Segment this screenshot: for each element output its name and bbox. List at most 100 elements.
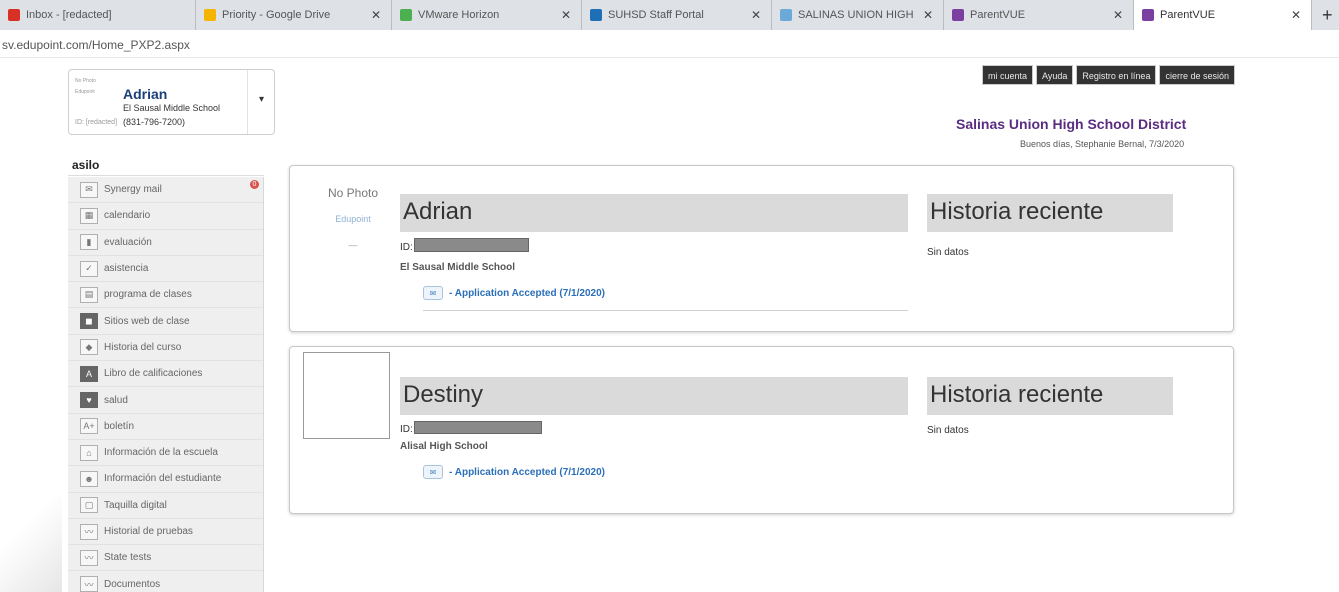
student-icon: ☻ xyxy=(80,470,98,487)
application-status-text: - Application Accepted (7/1/2020) xyxy=(449,466,605,478)
recent-history-title: Historia reciente xyxy=(927,377,1173,415)
sidebar-item[interactable]: 〰 State tests xyxy=(68,545,263,572)
sidebar-item[interactable]: ▤ programa de clases xyxy=(68,282,263,309)
sidebar-item-label: Información de la escuela xyxy=(104,447,218,459)
address-bar[interactable]: sv.edupoint.com/Home_PXP2.aspx xyxy=(0,30,1339,58)
online-registration-button[interactable]: Registro en línea xyxy=(1076,65,1157,85)
sidebar-item[interactable]: ⌂ Información de la escuela xyxy=(68,440,263,467)
checkbox-icon: ✓ xyxy=(80,260,98,277)
application-status-link[interactable]: ✉ - Application Accepted (7/1/2020) xyxy=(423,465,605,479)
application-icon: ✉ xyxy=(423,465,443,479)
browser-tab-inbox[interactable]: Inbox - [redacted] xyxy=(0,0,196,30)
sidebar-item[interactable]: ▦ calendario xyxy=(68,203,263,230)
sidebar-item-label: Historial de pruebas xyxy=(104,526,193,537)
sidebar-item-label: Taquilla digital xyxy=(104,499,167,511)
close-icon[interactable]: ✕ xyxy=(1291,8,1301,22)
sidebar-item[interactable]: ✓ asistencia xyxy=(68,256,263,283)
tab-title: ParentVUE xyxy=(970,9,1026,21)
close-icon[interactable]: ✕ xyxy=(923,8,933,22)
student-name-bar[interactable]: Destiny xyxy=(400,377,908,415)
sidebar-item-label: Historia del curso xyxy=(104,341,182,353)
gradebook-icon: A xyxy=(80,365,98,382)
no-photo-placeholder: No Photo Edupoint — xyxy=(313,186,393,250)
student-id: ID: [redacted] xyxy=(75,119,118,126)
sidebar-item[interactable]: ✉ Synergy mail 0 xyxy=(68,177,263,204)
student-card-destiny: Destiny Historia reciente ID: Alisal Hig… xyxy=(289,346,1234,514)
close-icon[interactable]: ✕ xyxy=(371,8,381,22)
divider xyxy=(247,70,248,134)
sidebar-item-label: Synergy mail xyxy=(104,184,162,196)
help-button[interactable]: Ayuda xyxy=(1036,65,1074,85)
sidebar-item-label: Documentos xyxy=(104,578,161,590)
close-icon[interactable]: ✕ xyxy=(561,8,571,22)
browser-tab-parentvue-active[interactable]: ParentVUE ✕ xyxy=(1134,0,1312,30)
sidebar-item[interactable]: ♥ salud xyxy=(68,387,263,414)
tab-title: Priority - Google Drive xyxy=(222,9,331,21)
photo-text: No Photo xyxy=(75,78,96,84)
sidebar: ✉ Synergy mail 0 ▦ calendario ▮ evaluación ✓ asi… xyxy=(68,177,264,592)
sidebar-item[interactable]: ☻ Información del estudiante xyxy=(68,466,263,493)
course-history-icon: ◆ xyxy=(80,339,98,356)
sidebar-item[interactable]: A Libro de calificaciones xyxy=(68,361,263,388)
photo-sub: Edupoint xyxy=(75,89,95,95)
student-name-bar[interactable]: Adrian xyxy=(400,194,908,232)
background-decoration xyxy=(0,480,62,592)
divider xyxy=(423,310,908,311)
browser-tab-staff-portal[interactable]: SUHSD Staff Portal ✕ xyxy=(582,0,772,30)
sidebar-item[interactable]: 〰 Historial de pruebas xyxy=(68,519,263,546)
sidebar-item-label: salud xyxy=(104,394,128,406)
unread-badge: 0 xyxy=(250,180,259,189)
no-photo-text: No Photo xyxy=(327,186,379,200)
application-status-text: - Application Accepted (7/1/2020) xyxy=(449,287,605,299)
edupoint-logo: Edupoint xyxy=(335,214,371,224)
documents-icon: 〰 xyxy=(80,576,98,592)
sidebar-header[interactable]: asilo xyxy=(68,154,264,176)
browser-tab-drive[interactable]: Priority - Google Drive ✕ xyxy=(196,0,392,30)
sidebar-item[interactable]: 〰 Documentos xyxy=(68,571,263,592)
report-card-icon: A+ xyxy=(80,418,98,435)
district-name: Salinas Union High School District xyxy=(956,116,1187,132)
sidebar-item[interactable]: A+ boletín xyxy=(68,414,263,440)
greeting-text: Buenos días, Stephanie Bernal, 7/3/2020 xyxy=(1020,139,1185,149)
sidebar-item-label: Libro de calificaciones xyxy=(104,368,203,380)
caret-down-icon[interactable]: ▾ xyxy=(259,94,264,105)
schedule-icon: ▤ xyxy=(80,286,98,303)
sidebar-item-label: Información del estudiante xyxy=(104,473,222,485)
browser-tab-salinas[interactable]: SALINAS UNION HIGH SCH ✕ xyxy=(772,0,944,30)
sidebar-item[interactable]: ◆ Historia del curso xyxy=(68,335,263,362)
top-nav-buttons: mi cuenta Ayuda Registro en línea cierre… xyxy=(982,65,1235,85)
logout-button[interactable]: cierre de sesión xyxy=(1159,65,1235,85)
tab-title: ParentVUE xyxy=(1160,9,1216,21)
browser-tab-strip: Inbox - [redacted] Priority - Google Dri… xyxy=(0,0,1339,30)
student-name: Adrian xyxy=(123,86,168,102)
drive-icon xyxy=(204,9,216,21)
mail-icon: ✉ xyxy=(80,181,98,198)
vmware-icon xyxy=(400,9,412,21)
tab-title: VMware Horizon xyxy=(418,9,500,21)
sidebar-item[interactable]: ▮ evaluación xyxy=(68,230,263,256)
sidebar-item[interactable]: ◼ Sitios web de clase xyxy=(68,308,263,335)
sidebar-item-label: Sitios web de clase xyxy=(104,315,190,327)
close-icon[interactable]: ✕ xyxy=(751,8,761,22)
test-history-icon: 〰 xyxy=(80,523,98,540)
browser-tab-parentvue[interactable]: ParentVUE ✕ xyxy=(944,0,1134,30)
recent-history-title: Historia reciente xyxy=(927,194,1173,232)
photo-dash: — xyxy=(348,240,358,250)
student-school: Alisal High School xyxy=(400,441,488,452)
parentvue-icon xyxy=(952,9,964,21)
parentvue-icon xyxy=(1142,9,1154,21)
close-icon[interactable]: ✕ xyxy=(1113,8,1123,22)
health-icon: ♥ xyxy=(80,392,98,409)
my-account-button[interactable]: mi cuenta xyxy=(982,65,1034,85)
school-icon: ⌂ xyxy=(80,444,98,461)
locker-icon: ▢ xyxy=(80,497,98,514)
sidebar-item[interactable]: ▢ Taquilla digital xyxy=(68,493,263,519)
application-status-link[interactable]: ✉ - Application Accepted (7/1/2020) xyxy=(423,286,605,300)
sidebar-item-label: evaluación xyxy=(104,236,152,248)
new-tab-icon[interactable]: + xyxy=(1322,5,1333,26)
history-no-data: Sin datos xyxy=(927,247,969,258)
student-selector-card[interactable]: No Photo Edupoint Adrian El Sausal Middl… xyxy=(68,69,275,135)
portal-icon xyxy=(590,9,602,21)
browser-tab-vmware[interactable]: VMware Horizon ✕ xyxy=(392,0,582,30)
school-phone: (831-796-7200) xyxy=(123,117,186,127)
